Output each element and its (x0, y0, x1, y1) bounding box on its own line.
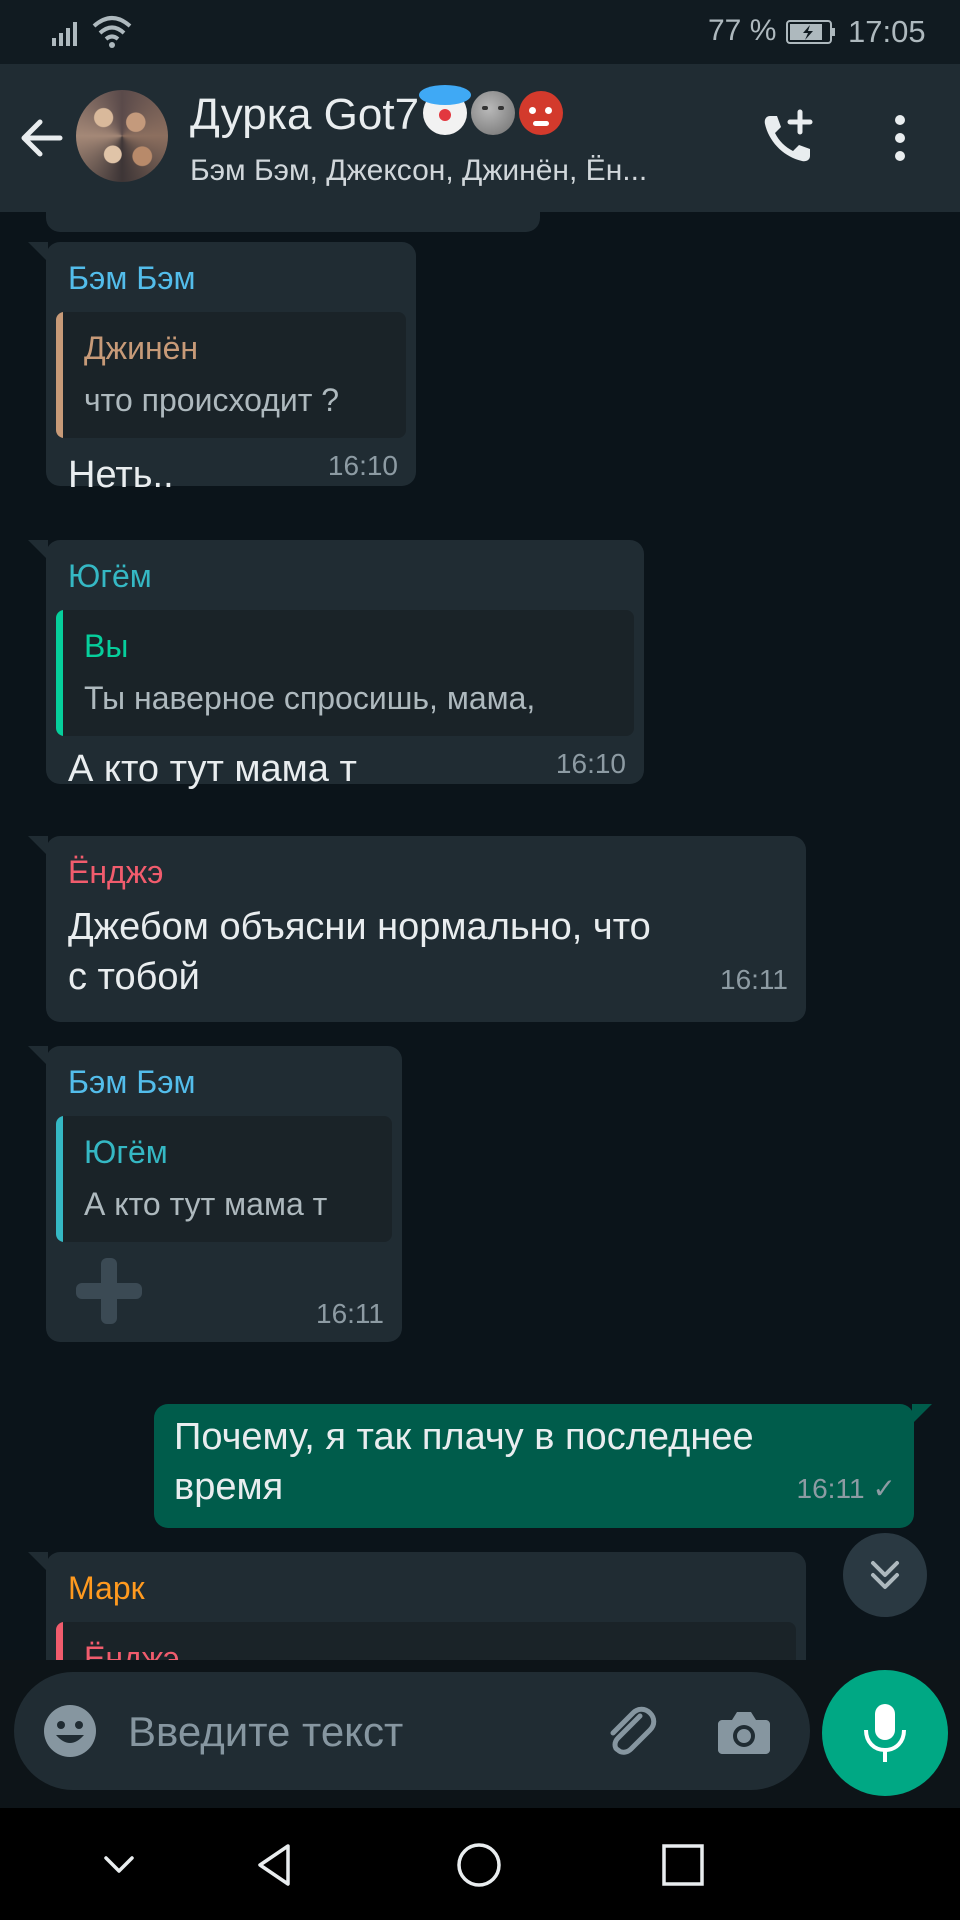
battery-charging-icon (786, 20, 835, 44)
message-time: 16:10 (555, 748, 626, 779)
quoted-text: А кто тут мама т (84, 1186, 328, 1222)
message-time: 16:11 (720, 964, 788, 995)
group-avatar[interactable] (76, 90, 168, 182)
message-text: Почему, я так плачу в последнее время (174, 1416, 754, 1508)
clock: 17:05 (848, 14, 926, 49)
message-text: А кто тут мама т (68, 748, 357, 790)
sent-check-icon: ✓ (872, 1473, 896, 1504)
camera-icon[interactable] (714, 1702, 774, 1762)
voice-message-button[interactable] (822, 1670, 948, 1796)
chat-title-text: Дурка Got7 (190, 90, 420, 139)
clown-face-emoji (419, 85, 472, 135)
quote-bar (56, 1622, 63, 1660)
paperclip-icon[interactable] (600, 1700, 662, 1762)
message-sender: Марк (68, 1570, 145, 1606)
message-list[interactable]: Бэм Бэм Джинён что происходит ? Неть.. 1… (0, 212, 960, 1660)
message-text: Неть.. (68, 454, 174, 496)
outgoing-message-bubble[interactable]: Почему, я так плачу в последнее время 16… (154, 1404, 932, 1528)
message-sender: Ёнджэ (68, 854, 164, 890)
quoted-message[interactable]: Джинён что происходит ? (56, 312, 406, 438)
chat-title[interactable]: Дурка Got7 (190, 85, 564, 140)
message-bubble[interactable]: Бэм Бэм Югём А кто тут мама т 16:11 (28, 1046, 402, 1342)
quote-bar (56, 610, 63, 736)
status-bar: 77 % 17:05 (0, 0, 960, 64)
quoted-message[interactable]: Ёнджэ (56, 1622, 796, 1660)
message-text: Джебом объясни нормально, что с тобой (68, 906, 651, 998)
quoted-sender: Вы (84, 628, 129, 664)
add-call-icon[interactable] (756, 106, 820, 170)
quote-bar (56, 1116, 63, 1242)
message-sender: Бэм Бэм (68, 260, 196, 296)
wifi-icon (92, 16, 132, 48)
quoted-text: что происходит ? (84, 382, 340, 418)
chat-participants[interactable]: Бэм Бэм, Джексон, Джинён, Ён... (190, 154, 647, 188)
message-bubble[interactable]: Марк Ёнджэ (28, 1552, 806, 1660)
new-moon-face-emoji (471, 91, 516, 135)
more-options-icon[interactable] (880, 110, 920, 166)
quoted-sender: Югём (84, 1134, 168, 1170)
message-composer[interactable]: Введите текст (14, 1672, 810, 1790)
message-time: 16:11 (316, 1298, 384, 1329)
back-nav-icon[interactable] (252, 1842, 298, 1888)
recent-apps-icon[interactable] (660, 1842, 706, 1888)
message-bubble[interactable]: Бэм Бэм Джинён что происходит ? Неть.. 1… (28, 242, 416, 496)
message-bubble[interactable]: Ёнджэ Джебом объясни нормально, что с то… (28, 836, 806, 1022)
scroll-to-bottom-button[interactable] (843, 1533, 927, 1617)
system-navigation-bar (0, 1808, 960, 1920)
chat-header: Дурка Got7 Бэм Бэм, Джексон, Джинён, Ён.… (0, 64, 960, 212)
message-bubble[interactable]: Югём Вы Ты наверное спросишь, мама, А кт… (28, 540, 644, 790)
quoted-text: Ты наверное спросишь, мама, (84, 680, 536, 716)
ogre-emoji (519, 91, 564, 135)
message-time: 16:10 (327, 450, 398, 481)
quoted-sender: Ёнджэ (84, 1640, 180, 1660)
message-sender: Югём (68, 558, 152, 594)
quoted-message[interactable]: Югём А кто тут мама т (56, 1116, 392, 1242)
signal-icon (52, 22, 77, 46)
quoted-message[interactable]: Вы Ты наверное спросишь, мама, (56, 610, 634, 736)
message-sender: Бэм Бэм (68, 1064, 196, 1100)
hide-keyboard-chevron-icon[interactable] (96, 1842, 142, 1888)
plus-sticker[interactable] (74, 1256, 144, 1326)
message-time-text: 16:11 (796, 1473, 865, 1504)
back-arrow-icon[interactable] (14, 110, 70, 166)
message-time: 16:11 ✓ (797, 1472, 896, 1505)
microphone-icon (864, 1704, 906, 1762)
battery-percent: 77 % (708, 14, 777, 47)
message-input[interactable]: Введите текст (128, 1708, 403, 1756)
double-chevron-down-icon (871, 1561, 899, 1589)
message-bubble-partial (46, 212, 540, 232)
home-nav-icon[interactable] (456, 1842, 502, 1888)
quoted-sender: Джинён (84, 330, 199, 366)
emoji-icon[interactable] (42, 1703, 98, 1759)
quote-bar (56, 312, 63, 438)
